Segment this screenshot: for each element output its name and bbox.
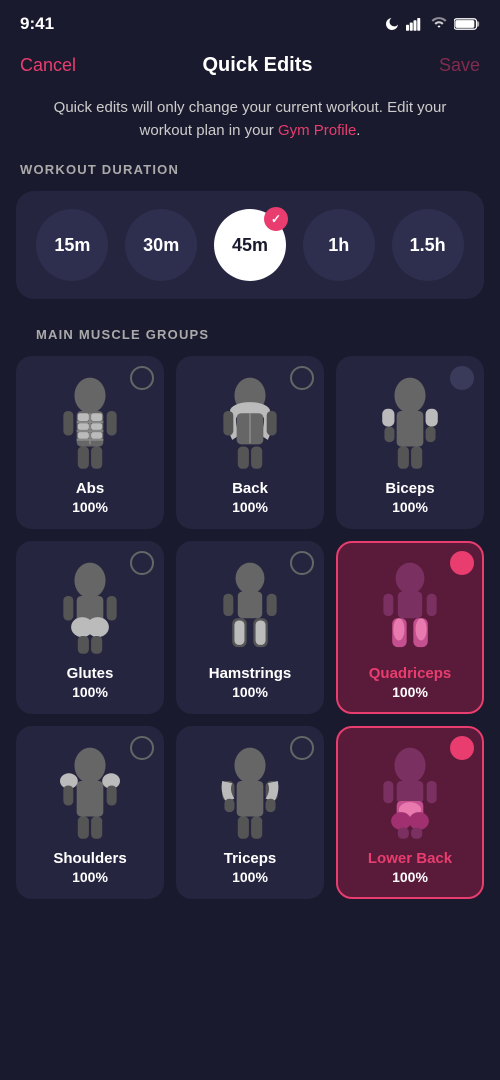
- duration-selector: 15m 30m 45m ✓ 1h 1.5h: [16, 191, 484, 299]
- quadriceps-select-circle: [450, 551, 474, 575]
- quadriceps-name: Quadriceps: [369, 665, 452, 682]
- duration-15m-label: 15m: [54, 235, 90, 256]
- muscle-card-abs[interactable]: Abs 100%: [16, 356, 164, 529]
- quadriceps-pct: 100%: [392, 684, 428, 700]
- biceps-pct: 100%: [392, 499, 428, 515]
- workout-duration-label: WORKOUT DURATION: [0, 162, 500, 191]
- moon-icon: [384, 16, 400, 32]
- triceps-name: Triceps: [224, 850, 277, 867]
- abs-select-circle: [130, 366, 154, 390]
- duration-1-5h-label: 1.5h: [410, 235, 446, 256]
- abs-pct: 100%: [72, 499, 108, 515]
- muscle-groups-section: MAIN MUSCLE GROUPS: [0, 327, 500, 899]
- info-main: Quick edits will only change your curren…: [54, 99, 447, 139]
- lower-back-name: Lower Back: [368, 850, 452, 867]
- hamstrings-name: Hamstrings: [209, 665, 292, 682]
- signal-icon: [406, 17, 424, 31]
- glutes-select-circle: [130, 551, 154, 575]
- muscle-card-biceps[interactable]: Biceps 100%: [336, 356, 484, 529]
- info-end: .: [356, 122, 360, 139]
- shoulders-select-circle: [130, 736, 154, 760]
- muscle-card-triceps[interactable]: Triceps 100%: [176, 726, 324, 899]
- info-text: Quick edits will only change your curren…: [0, 89, 500, 162]
- glutes-name: Glutes: [67, 665, 114, 682]
- duration-30m-label: 30m: [143, 235, 179, 256]
- duration-1-5h[interactable]: 1.5h: [392, 209, 464, 281]
- cancel-button[interactable]: Cancel: [20, 55, 76, 76]
- muscle-card-glutes[interactable]: Glutes 100%: [16, 541, 164, 714]
- check-badge: ✓: [264, 207, 288, 231]
- hamstrings-select-circle: [290, 551, 314, 575]
- save-button[interactable]: Save: [439, 55, 480, 76]
- back-pct: 100%: [232, 499, 268, 515]
- duration-45m[interactable]: 45m ✓: [214, 209, 286, 281]
- abs-name: Abs: [76, 480, 104, 497]
- duration-1h[interactable]: 1h: [303, 209, 375, 281]
- wifi-icon: [430, 17, 448, 31]
- status-bar: 9:41: [0, 0, 500, 44]
- lower-back-pct: 100%: [392, 869, 428, 885]
- muscle-card-quadriceps[interactable]: Quadriceps 100%: [336, 541, 484, 714]
- lower-back-select-circle: [450, 736, 474, 760]
- triceps-pct: 100%: [232, 869, 268, 885]
- nav-bar: Cancel Quick Edits Save: [0, 44, 500, 89]
- muscle-card-hamstrings[interactable]: Hamstrings 100%: [176, 541, 324, 714]
- glutes-pct: 100%: [72, 684, 108, 700]
- biceps-select-circle: [450, 366, 474, 390]
- hamstrings-pct: 100%: [232, 684, 268, 700]
- muscle-grid: Abs 100%: [16, 356, 484, 899]
- shoulders-pct: 100%: [72, 869, 108, 885]
- duration-45m-label: 45m: [232, 235, 268, 256]
- shoulders-name: Shoulders: [53, 850, 126, 867]
- status-icons: [384, 16, 480, 32]
- duration-30m[interactable]: 30m: [125, 209, 197, 281]
- back-name: Back: [232, 480, 268, 497]
- duration-1h-label: 1h: [328, 235, 349, 256]
- muscle-groups-label: MAIN MUSCLE GROUPS: [16, 327, 484, 356]
- gym-profile-link[interactable]: Gym Profile: [278, 122, 356, 139]
- status-time: 9:41: [20, 14, 54, 34]
- muscle-card-back[interactable]: Back 100%: [176, 356, 324, 529]
- muscle-card-lower-back[interactable]: Lower Back 100%: [336, 726, 484, 899]
- back-select-circle: [290, 366, 314, 390]
- page-title: Quick Edits: [202, 54, 312, 77]
- muscle-card-shoulders[interactable]: Shoulders 100%: [16, 726, 164, 899]
- battery-icon: [454, 17, 480, 31]
- biceps-name: Biceps: [385, 480, 434, 497]
- duration-15m[interactable]: 15m: [36, 209, 108, 281]
- triceps-select-circle: [290, 736, 314, 760]
